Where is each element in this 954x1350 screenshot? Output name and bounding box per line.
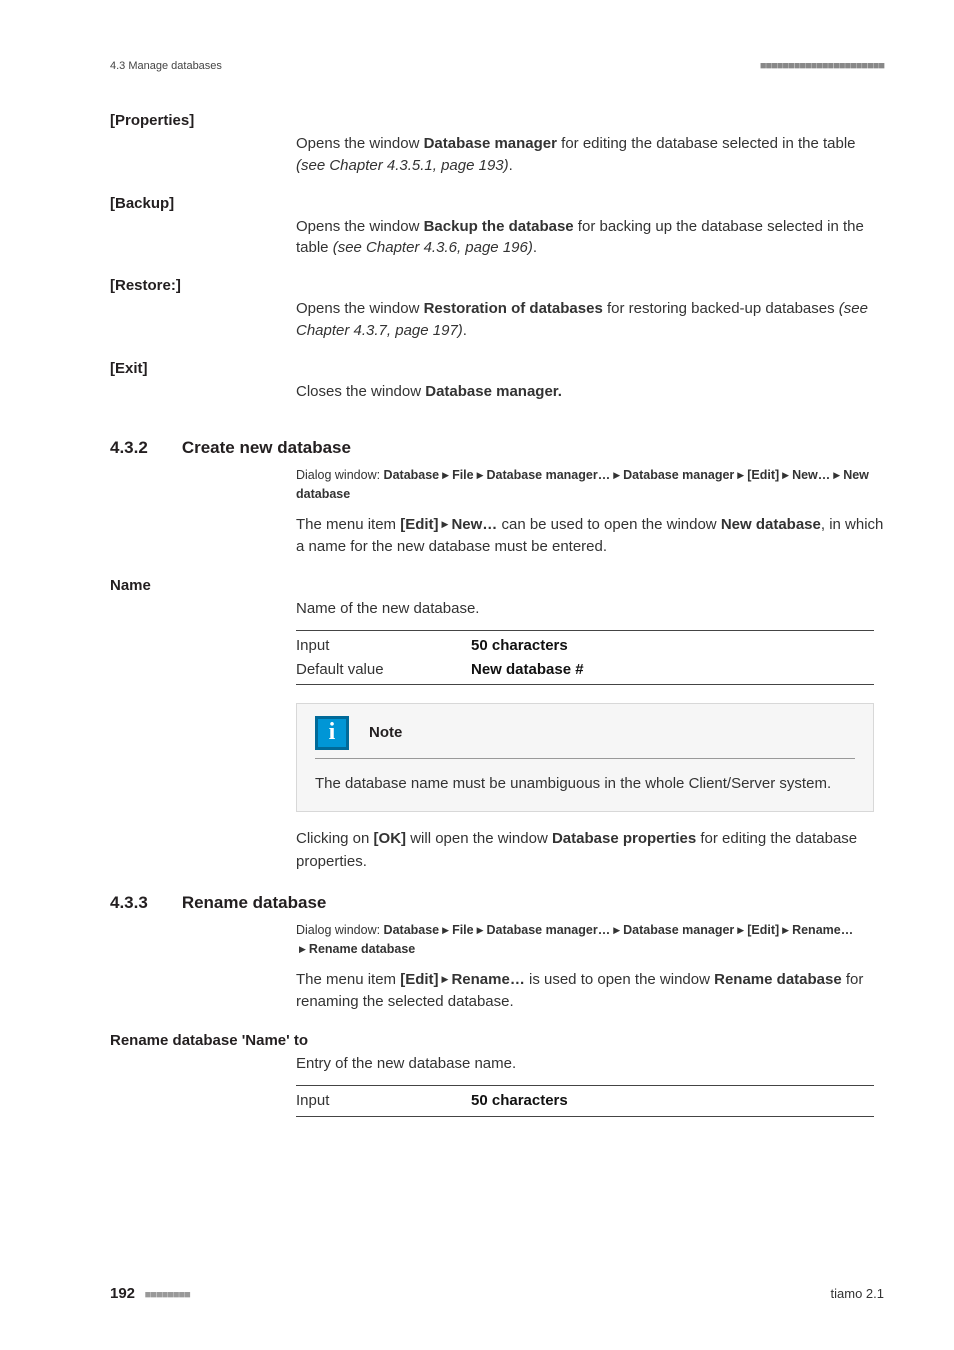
spec-input-label: Input	[296, 1089, 471, 1112]
spec-input-value: 50 characters	[471, 634, 568, 657]
body-properties: Opens the window Database manager for ed…	[296, 133, 884, 177]
note-body: The database name must be unambiguous in…	[315, 773, 855, 796]
section-432-heading: 4.3.2 Create new database	[110, 438, 884, 458]
body-restore: Opens the window Restoration of database…	[296, 298, 884, 342]
name-field-desc: Name of the new database.	[296, 598, 884, 621]
section-433-title: Rename database	[182, 893, 327, 913]
spec-default-value: New database #	[471, 658, 584, 681]
term-restore: [Restore:]	[110, 277, 884, 294]
page-number: 192	[110, 1285, 135, 1302]
rename-field-label: Rename database 'Name' to	[110, 1032, 884, 1049]
term-exit: [Exit]	[110, 360, 884, 377]
rename-field-desc: Entry of the new database name.	[296, 1053, 884, 1076]
header-section-path: 4.3 Manage databases	[110, 60, 222, 72]
spec-input-label: Input	[296, 634, 471, 657]
info-icon: i	[315, 716, 349, 750]
section-432-para2: Clicking on [OK] will open the window Da…	[296, 828, 884, 873]
page-footer: 192 ■■■■■■■■ tiamo 2.1	[110, 1285, 884, 1302]
table-row: Input 50 characters	[296, 634, 874, 657]
spec-default-label: Default value	[296, 658, 471, 681]
note-callout: i Note The database name must be unambig…	[296, 703, 874, 813]
term-backup: [Backup]	[110, 195, 884, 212]
section-433-heading: 4.3.3 Rename database	[110, 893, 884, 913]
footer-left: 192 ■■■■■■■■	[110, 1285, 190, 1302]
section-433-breadcrumb: Dialog window: Database▶File▶Database ma…	[296, 921, 884, 959]
section-432-title: Create new database	[182, 438, 351, 458]
section-432-para1: The menu item [Edit]▶New… can be used to…	[296, 514, 884, 559]
note-title: Note	[369, 724, 402, 741]
table-row: Input 50 characters	[296, 1089, 874, 1112]
footer-ornament: ■■■■■■■■	[145, 1289, 190, 1301]
page-header: 4.3 Manage databases ■■■■■■■■■■■■■■■■■■■…	[110, 60, 884, 72]
body-exit: Closes the window Database manager.	[296, 381, 884, 403]
section-433-para1: The menu item [Edit]▶Rename… is used to …	[296, 969, 884, 1014]
name-spec-table: Input 50 characters Default value New da…	[296, 630, 874, 685]
definition-list: [Properties] Opens the window Database m…	[110, 112, 884, 402]
rename-spec-table: Input 50 characters	[296, 1085, 874, 1116]
spec-input-value: 50 characters	[471, 1089, 568, 1112]
header-ornament: ■■■■■■■■■■■■■■■■■■■■■■	[760, 60, 884, 72]
table-row: Default value New database #	[296, 658, 874, 681]
body-backup: Opens the window Backup the database for…	[296, 216, 884, 260]
section-432-breadcrumb: Dialog window: Database▶File▶Database ma…	[296, 466, 884, 504]
note-header: i Note	[315, 716, 855, 759]
name-field-label: Name	[110, 577, 884, 594]
term-properties: [Properties]	[110, 112, 884, 129]
section-432-number: 4.3.2	[110, 438, 148, 458]
footer-product: tiamo 2.1	[831, 1286, 884, 1301]
section-433-number: 4.3.3	[110, 893, 148, 913]
